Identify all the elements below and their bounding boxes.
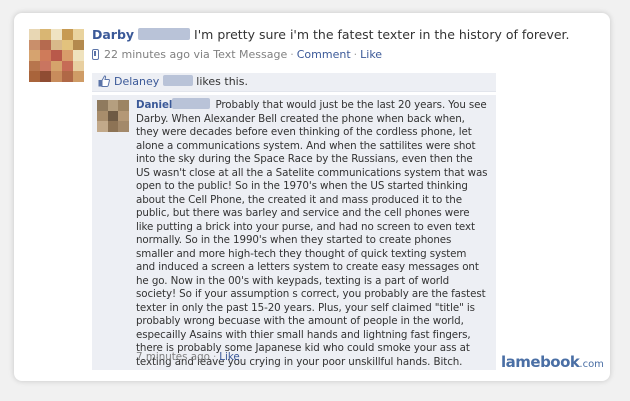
- thumbs-up-icon: [98, 75, 110, 87]
- redacted-surname: [138, 28, 191, 40]
- lamebook-watermark: lamebook.com: [501, 353, 604, 371]
- watermark-brand: lamebook: [501, 353, 580, 371]
- post-timestamp[interactable]: 22 minutes ago via Text Message: [104, 48, 287, 61]
- comment-timestamp: 7 minutes ago: [136, 351, 210, 363]
- comment: Daniel Probably that would just be the l…: [92, 95, 496, 370]
- poster-avatar[interactable]: [29, 29, 84, 82]
- comment-author-name[interactable]: Daniel: [136, 99, 172, 111]
- redacted-surname: [172, 98, 211, 109]
- likes-text: likes this.: [196, 75, 248, 88]
- watermark-tld: .com: [579, 359, 604, 370]
- commenter-avatar[interactable]: [97, 100, 130, 133]
- mobile-phone-icon: [92, 49, 99, 60]
- post-author-name[interactable]: Darby: [92, 27, 134, 42]
- comment-body: Daniel Probably that would just be the l…: [136, 98, 488, 369]
- comment-meta: 7 minutes ago · Like: [136, 351, 240, 363]
- like-link[interactable]: Like: [360, 48, 382, 61]
- comment-link[interactable]: Comment: [297, 48, 351, 61]
- comment-like-link[interactable]: Like: [219, 351, 240, 363]
- comment-text: Probably that would just be the last 20 …: [136, 99, 488, 368]
- redacted-surname: [162, 75, 193, 86]
- likes-bar: Delaney likes this.: [92, 73, 496, 92]
- liker-name[interactable]: Delaney: [114, 75, 159, 88]
- post-meta: 22 minutes ago via Text Message · Comment ·…: [92, 48, 382, 62]
- post-text: I'm pretty sure i'm the fatest texter in…: [194, 27, 570, 42]
- post-header: Darby I'm pretty sure i'm the fatest tex…: [92, 27, 592, 43]
